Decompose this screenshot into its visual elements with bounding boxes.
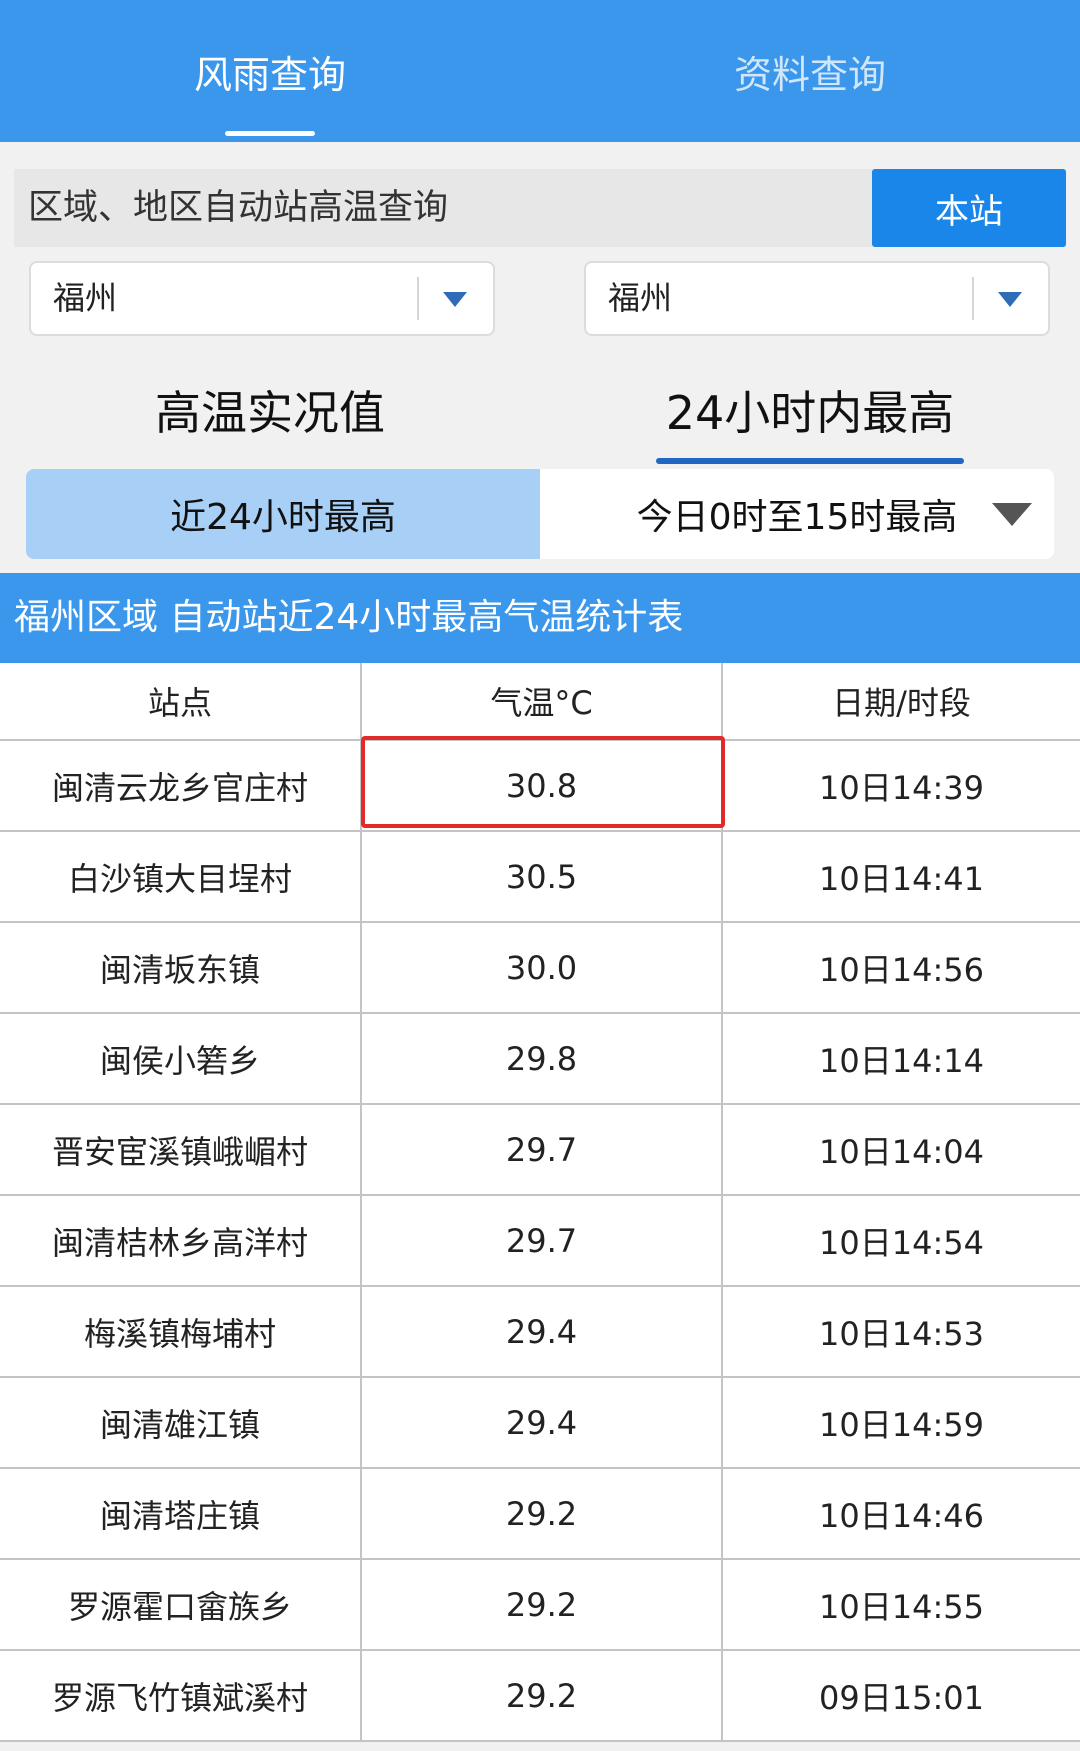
header-station: 站点 (0, 663, 362, 741)
date-time: 10日14:54 (722, 1195, 1080, 1287)
table-row[interactable]: 闽清云龙乡官庄村 30.8 10日14:39 (0, 740, 1080, 832)
station-name: 闽清坂东镇 (0, 922, 362, 1014)
date-time: 09日15:01 (722, 1650, 1080, 1742)
date-time: 10日14:14 (722, 1013, 1080, 1105)
temperature-table: 站点 气温°C 日期/时段 闽清云龙乡官庄村 30.8 10日14:39 白沙镇大目埕… (0, 663, 1080, 1742)
station-name: 闽清雄江镇 (0, 1377, 362, 1469)
active-tab-indicator (225, 131, 315, 136)
area-select-value: 福州 (608, 279, 673, 317)
area-select[interactable]: 福州 (584, 261, 1050, 336)
station-name: 晋安宦溪镇峨嵋村 (0, 1104, 362, 1196)
tab-high-temp-live[interactable]: 高温实况值 (0, 360, 540, 460)
sub-tab-bar: 近24小时最高 今日0时至15时最高 (26, 469, 1054, 559)
top-tab-bar: 风雨查询 资料查询 (0, 0, 1080, 142)
table-row[interactable]: 梅溪镇梅埔村 29.4 10日14:53 (0, 1286, 1080, 1378)
tab-label: 资料查询 (733, 52, 886, 97)
search-title: 区域、地区自动站高温查询 (28, 188, 449, 228)
date-time: 10日14:55 (722, 1559, 1080, 1651)
station-name: 闽侯小箬乡 (0, 1013, 362, 1105)
temperature-value: 29.8 (361, 1013, 723, 1105)
temperature-value: 29.7 (361, 1104, 723, 1196)
date-time: 10日14:56 (722, 922, 1080, 1014)
region-select[interactable]: 福州 (29, 261, 495, 336)
tab-data-query[interactable]: 资料查询 (540, 0, 1080, 142)
date-time: 10日14:59 (722, 1377, 1080, 1469)
table-row[interactable]: 罗源霍口畲族乡 29.2 10日14:55 (0, 1559, 1080, 1651)
subtab-label: 近24小时最高 (170, 497, 396, 538)
table-row[interactable]: 罗源飞竹镇斌溪村 29.2 09日15:01 (0, 1650, 1080, 1742)
station-name: 罗源飞竹镇斌溪村 (0, 1650, 362, 1742)
temperature-value: 30.8 (361, 740, 723, 832)
table-title-bar: 福州区域 自动站近24小时最高气温统计表 (0, 573, 1080, 663)
date-time: 10日14:53 (722, 1286, 1080, 1378)
subtab-today-0-15-max[interactable]: 今日0时至15时最高 (540, 469, 1054, 559)
header-date-time: 日期/时段 (722, 663, 1080, 741)
region-select-value: 福州 (53, 279, 118, 317)
table-row[interactable]: 闽清坂东镇 30.0 10日14:56 (0, 922, 1080, 1014)
date-time: 10日14:41 (722, 831, 1080, 923)
station-name: 梅溪镇梅埔村 (0, 1286, 362, 1378)
tab-24h-max[interactable]: 24小时内最高 (540, 360, 1080, 464)
station-name: 闽清塔庄镇 (0, 1468, 362, 1560)
temperature-value: 29.2 (361, 1559, 723, 1651)
subtab-last-24h-max[interactable]: 近24小时最高 (26, 469, 540, 559)
station-name: 闽清桔林乡高洋村 (0, 1195, 362, 1287)
station-name: 罗源霍口畲族乡 (0, 1559, 362, 1651)
temperature-value: 30.5 (361, 831, 723, 923)
table-row[interactable]: 白沙镇大目埕村 30.5 10日14:41 (0, 831, 1080, 923)
table-row[interactable]: 闽清雄江镇 29.4 10日14:59 (0, 1377, 1080, 1469)
chevron-down-icon[interactable] (443, 292, 467, 307)
date-time: 10日14:46 (722, 1468, 1080, 1560)
dropdown-triangle-icon[interactable] (992, 503, 1032, 526)
tab-label: 高温实况值 (155, 386, 385, 440)
table-title: 福州区域 自动站近24小时最高气温统计表 (14, 597, 684, 638)
search-row: 区域、地区自动站高温查询 本站 (14, 169, 1066, 247)
header-temperature: 气温°C (361, 663, 723, 741)
date-time: 10日14:39 (722, 740, 1080, 832)
tab-wind-rain-query[interactable]: 风雨查询 (0, 0, 540, 142)
temperature-value: 29.4 (361, 1286, 723, 1378)
tab-label: 24小时内最高 (665, 386, 955, 440)
chevron-down-icon[interactable] (998, 292, 1022, 307)
temperature-value: 29.2 (361, 1468, 723, 1560)
subtab-label: 今日0时至15时最高 (636, 497, 958, 538)
temperature-value: 30.0 (361, 922, 723, 1014)
divider (972, 277, 974, 320)
divider (417, 277, 419, 320)
table-row[interactable]: 闽侯小箬乡 29.8 10日14:14 (0, 1013, 1080, 1105)
station-name: 闽清云龙乡官庄村 (0, 740, 362, 832)
table-row[interactable]: 闽清桔林乡高洋村 29.7 10日14:54 (0, 1195, 1080, 1287)
temperature-value: 29.7 (361, 1195, 723, 1287)
temperature-value: 29.2 (361, 1650, 723, 1742)
tab-label: 风雨查询 (193, 52, 346, 97)
table-row[interactable]: 晋安宦溪镇峨嵋村 29.7 10日14:04 (0, 1104, 1080, 1196)
date-time: 10日14:04 (722, 1104, 1080, 1196)
temperature-value: 29.4 (361, 1377, 723, 1469)
this-station-button[interactable]: 本站 (872, 169, 1066, 247)
table-row[interactable]: 闽清塔庄镇 29.2 10日14:46 (0, 1468, 1080, 1560)
active-tab-indicator (656, 458, 964, 464)
table-header-row: 站点 气温°C 日期/时段 (0, 663, 1080, 741)
station-name: 白沙镇大目埕村 (0, 831, 362, 923)
